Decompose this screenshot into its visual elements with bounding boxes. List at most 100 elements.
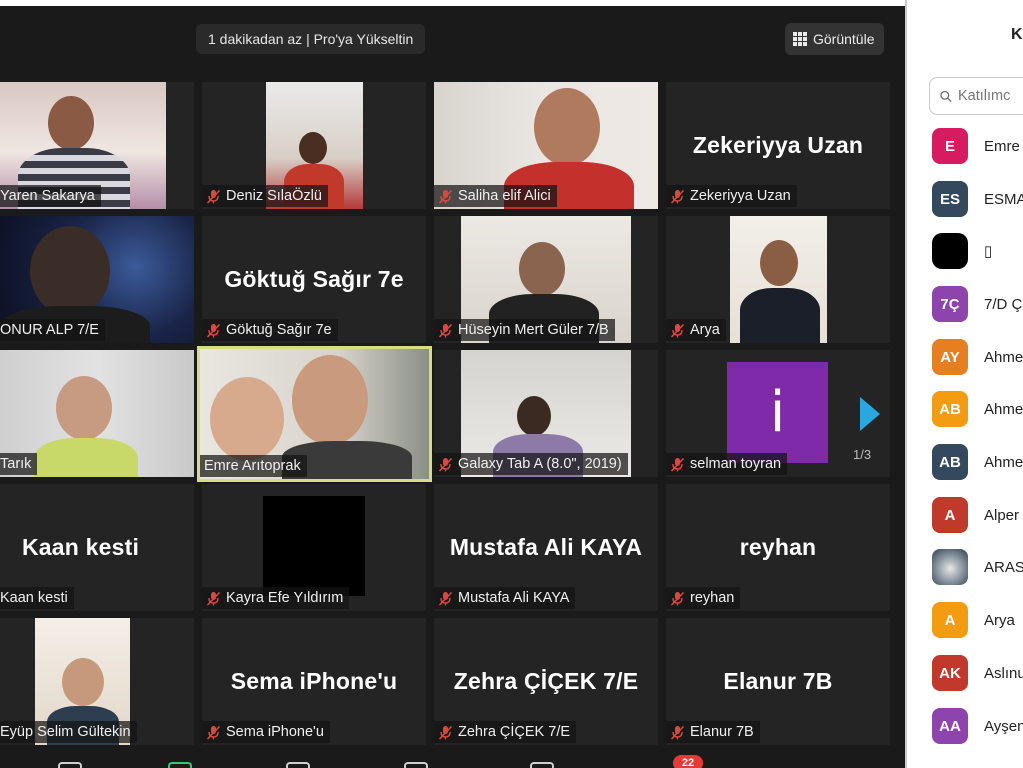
- participant-row[interactable]: AK Aslınu: [932, 654, 1023, 692]
- participant-name: ESMA: [984, 190, 1023, 208]
- participant-name-label: Arya: [666, 319, 726, 341]
- participant-row[interactable]: ARAS: [932, 548, 1023, 586]
- participant-tile-sema[interactable]: Sema iPhone'u Sema iPhone'u: [202, 618, 426, 745]
- participant-row[interactable]: ▯: [932, 232, 1023, 270]
- participants-panel: K E Emre ES ESMA ▯ 7Ç 7/D Ç AY Ahme: [907, 0, 1023, 768]
- search-icon: [940, 90, 952, 102]
- participant-name-label: Yaren Sakarya: [0, 185, 101, 207]
- muted-mic-icon: [438, 457, 453, 472]
- muted-mic-icon: [670, 725, 685, 740]
- participant-avatar: [932, 233, 968, 269]
- participant-avatar: i: [727, 362, 828, 463]
- panel-title: K: [1011, 26, 1023, 43]
- participant-name-label: reyhan: [666, 587, 741, 609]
- participant-tile-zekeriyya[interactable]: Zekeriyya Uzan Zekeriyya Uzan: [666, 82, 890, 209]
- participant-tile-deniz[interactable]: Deniz SılaÖzlü: [202, 82, 426, 209]
- participant-avatar: AY: [932, 339, 968, 375]
- participant-name: Emre: [984, 137, 1020, 155]
- participant-name-label: Zekeriyya Uzan: [666, 185, 797, 207]
- participant-name-label: Sema iPhone'u: [202, 721, 330, 743]
- participants-icon[interactable]: [168, 762, 192, 768]
- participant-row[interactable]: A Alper: [932, 496, 1023, 534]
- view-button-label: Görüntüle: [813, 31, 875, 47]
- participant-search-box[interactable]: [929, 77, 1023, 115]
- participant-name-label: Elanur 7B: [666, 721, 760, 743]
- participant-row[interactable]: AY Ahme: [932, 338, 1023, 376]
- security-icon[interactable]: [58, 762, 82, 768]
- view-button[interactable]: Görüntüle: [785, 23, 885, 55]
- participant-avatar: A: [932, 497, 968, 533]
- participant-tile-emre-active-speaker[interactable]: Emre Arıtoprak: [197, 346, 432, 482]
- participant-tile-huseyin[interactable]: Hüseyin Mert Güler 7/B: [434, 216, 658, 343]
- participant-row[interactable]: 7Ç 7/D Ç: [932, 285, 1023, 323]
- participant-avatar: AB: [932, 444, 968, 480]
- participant-tile-eyup[interactable]: Eyüp Selim Gültekin: [0, 618, 194, 745]
- participant-tile-zehra[interactable]: Zehra ÇİÇEK 7/E Zehra ÇİÇEK 7/E: [434, 618, 658, 745]
- share-screen-icon[interactable]: [530, 762, 554, 768]
- participant-name: 7/D Ç: [984, 295, 1023, 313]
- participant-tile-galaxy-tab[interactable]: Galaxy Tab A (8.0", 2019): [434, 350, 658, 477]
- participant-name: Ahme: [984, 453, 1023, 471]
- video-gallery: 1 dakikadan az | Pro'ya Yükseltin Görünt…: [0, 0, 905, 768]
- participant-row[interactable]: AA Ayşen: [932, 707, 1023, 745]
- participant-tile-tarik[interactable]: Tarık: [0, 350, 194, 477]
- muted-mic-icon: [670, 457, 685, 472]
- participant-name: Ahme: [984, 348, 1023, 366]
- participant-row[interactable]: AB Ahme: [932, 443, 1023, 481]
- muted-mic-icon: [670, 189, 685, 204]
- polls-icon[interactable]: [286, 762, 310, 768]
- muted-mic-icon: [206, 323, 221, 338]
- participant-tile-kayra[interactable]: Kayra Efe Yıldırım: [202, 484, 426, 611]
- muted-mic-icon: [206, 591, 221, 606]
- participant-search-input[interactable]: [958, 88, 1023, 104]
- participant-row[interactable]: AB Ahme: [932, 390, 1023, 428]
- participant-tile-yaren[interactable]: Yaren Sakarya: [0, 82, 194, 209]
- muted-mic-icon: [438, 591, 453, 606]
- participant-name-label: selman toyran: [666, 453, 788, 475]
- participant-row[interactable]: A Arya: [932, 601, 1023, 639]
- participant-name: Aslınu: [984, 664, 1023, 682]
- participant-name: Arya: [984, 611, 1015, 629]
- participant-tile-saliha[interactable]: Saliha elif Alici: [434, 82, 658, 209]
- participant-name-label: Kayra Efe Yıldırım: [202, 587, 350, 609]
- muted-mic-icon: [438, 323, 453, 338]
- participant-row[interactable]: ES ESMA: [932, 180, 1023, 218]
- muted-mic-icon: [670, 591, 685, 606]
- participant-tile-arya[interactable]: Arya: [666, 216, 890, 343]
- participant-tile-onur[interactable]: ONUR ALP 7/E: [0, 216, 194, 343]
- participant-avatar: AB: [932, 391, 968, 427]
- meeting-toolbar: [0, 752, 905, 768]
- participant-name: ARAS: [984, 558, 1023, 576]
- participant-name-label: Göktuğ Sağır 7e: [202, 319, 338, 341]
- participant-name-label: Emre Arıtoprak: [200, 455, 307, 477]
- page-indicator: 1/3: [853, 447, 872, 462]
- muted-mic-icon: [670, 323, 685, 338]
- participant-name-label: Mustafa Ali KAYA: [434, 587, 576, 609]
- participant-name-label: Eyüp Selim Gültekin: [0, 721, 137, 743]
- participant-name-label: Galaxy Tab A (8.0", 2019): [434, 453, 628, 475]
- participant-name: ▯: [984, 243, 993, 260]
- participant-tile-reyhan[interactable]: reyhan reyhan: [666, 484, 890, 611]
- participant-row[interactable]: E Emre: [932, 127, 1023, 165]
- participant-avatar: 7Ç: [932, 286, 968, 322]
- participant-avatar: E: [932, 128, 968, 164]
- participant-tile-goktug[interactable]: Göktuğ Sağır 7e Göktuğ Sağır 7e: [202, 216, 426, 343]
- participant-video: [730, 216, 827, 343]
- participant-tile-mustafa[interactable]: Mustafa Ali KAYA Mustafa Ali KAYA: [434, 484, 658, 611]
- zoom-window: 1 dakikadan az | Pro'ya Yükseltin Görünt…: [0, 0, 1023, 768]
- chat-unread-badge: 22: [673, 755, 703, 768]
- meeting-top-bar: 1 dakikadan az | Pro'ya Yükseltin Görünt…: [0, 6, 905, 62]
- participant-name-label: Kaan kesti: [0, 587, 74, 609]
- participant-video: [263, 496, 365, 596]
- participant-name: Ayşen: [984, 717, 1023, 735]
- chat-icon[interactable]: [404, 762, 428, 768]
- participant-tile-kaan[interactable]: Kaan kesti Kaan kesti: [0, 484, 194, 611]
- next-page-arrow-icon[interactable]: [858, 397, 882, 431]
- muted-mic-icon: [206, 189, 221, 204]
- participant-name: Alper: [984, 506, 1020, 524]
- participant-tile-elanur[interactable]: Elanur 7B Elanur 7B: [666, 618, 890, 745]
- upgrade-banner[interactable]: 1 dakikadan az | Pro'ya Yükseltin: [196, 24, 426, 54]
- participant-avatar: A: [932, 602, 968, 638]
- muted-mic-icon: [206, 725, 221, 740]
- participant-name-label: Zehra ÇİÇEK 7/E: [434, 721, 577, 743]
